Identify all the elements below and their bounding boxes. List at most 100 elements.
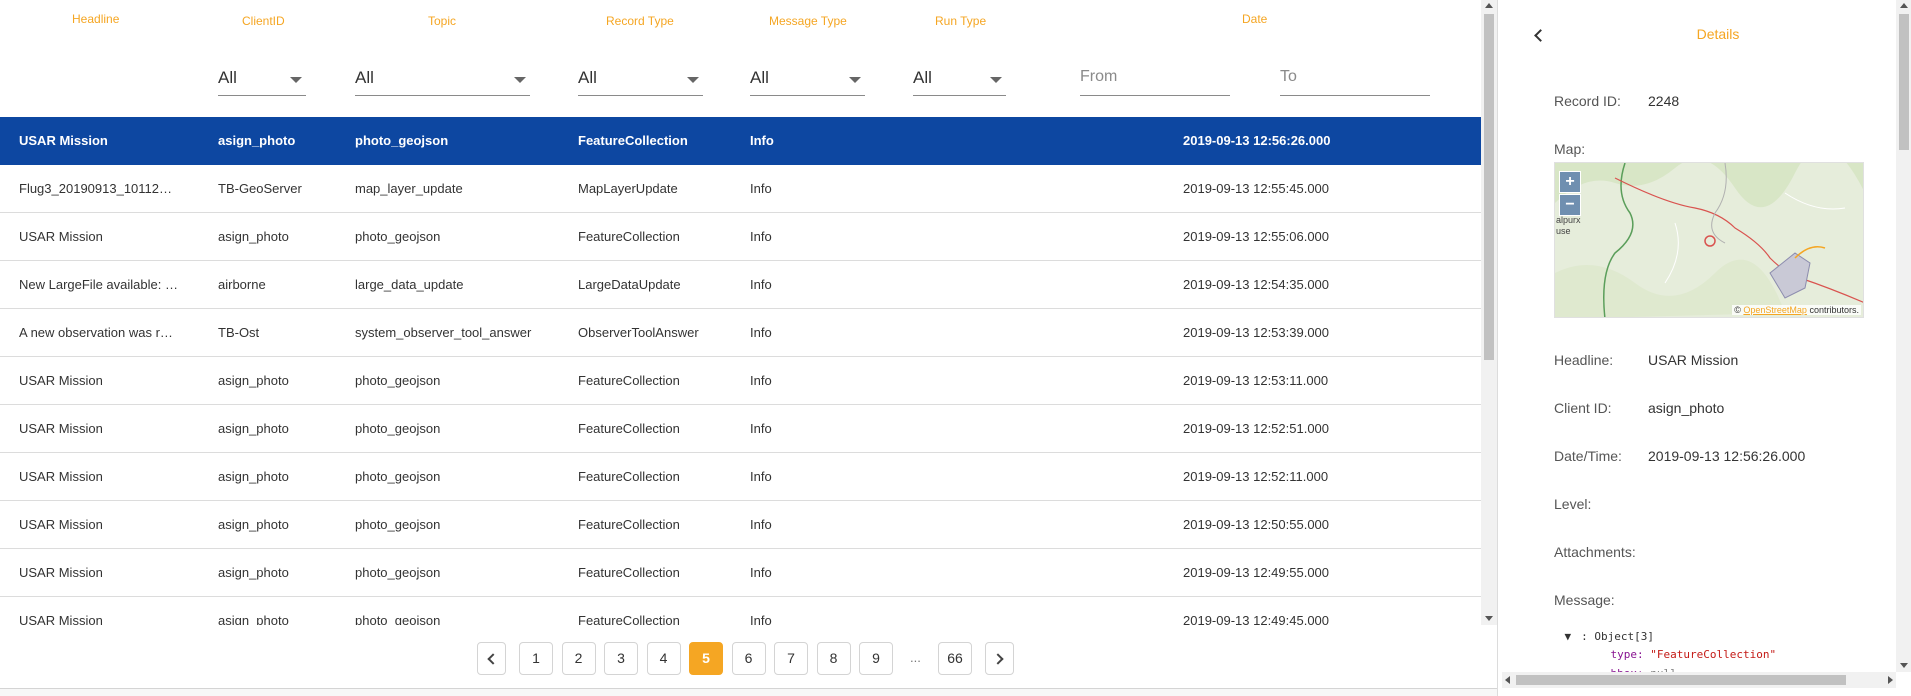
cell-headline: USAR Mission (19, 229, 103, 244)
table-row[interactable]: Flug3_20190913_10112… TB-GeoServer map_lay… (0, 165, 1481, 213)
page-button[interactable]: 4 (646, 642, 681, 675)
column-header-client-id[interactable]: ClientID (242, 14, 285, 28)
cell-message-type: Info (750, 229, 772, 244)
page-button[interactable]: 5 (689, 642, 723, 675)
page-button[interactable]: 6 (731, 642, 766, 675)
record-type-filter-select[interactable]: All (578, 66, 703, 96)
table-row[interactable]: New LargeFile available: … airborne large_… (0, 261, 1481, 309)
record-id-label: Record ID: (1554, 93, 1621, 109)
cell-topic: system_observer_tool_answer (355, 325, 532, 340)
page-button[interactable]: 9 (859, 642, 893, 675)
column-header-message-type[interactable]: Message Type (769, 14, 847, 28)
cell-headline: Flug3_20190913_10112… (19, 181, 173, 196)
date-to-input[interactable]: To (1280, 66, 1430, 96)
table-row[interactable]: USAR Mission asign_photo photo_geojson Feat… (0, 597, 1481, 625)
page-button-last[interactable]: 66 (938, 642, 972, 675)
scroll-left-arrow-icon[interactable] (1505, 676, 1510, 684)
client-id-filter-value: All (218, 68, 237, 87)
scroll-right-arrow-icon[interactable] (1888, 676, 1893, 684)
cell-date: 2019-09-13 12:56:26.000 (1183, 133, 1331, 148)
chevron-down-icon (290, 77, 302, 83)
cell-headline: USAR Mission (19, 565, 103, 580)
table-row[interactable]: USAR Mission asign_photo photo_geojson Feat… (0, 213, 1481, 261)
cell-date: 2019-09-13 12:53:11.000 (1183, 373, 1329, 388)
details-vertical-scrollbar[interactable] (1896, 0, 1911, 672)
table-row[interactable]: USAR Mission asign_photo photo_geojson Feat… (0, 549, 1481, 597)
cell-message-type: Info (750, 517, 772, 532)
table-row[interactable]: USAR Mission asign_photo photo_geojson Feat… (0, 117, 1481, 165)
cell-record-type: MapLayerUpdate (578, 181, 678, 196)
scrollbar-thumb[interactable] (1516, 675, 1846, 685)
previous-page-button[interactable] (477, 642, 506, 675)
cell-record-type: FeatureCollection (578, 613, 680, 625)
scroll-up-arrow-icon[interactable] (1485, 3, 1493, 8)
cell-headline: USAR Mission (19, 469, 103, 484)
cell-client: asign_photo (218, 133, 296, 148)
map-zoom-in-button[interactable]: + (1559, 171, 1581, 193)
chevron-left-icon (487, 653, 499, 665)
cell-date: 2019-09-13 12:49:55.000 (1183, 565, 1330, 580)
cell-client: TB-GeoServer (218, 181, 302, 196)
cell-message-type: Info (750, 469, 772, 484)
cell-topic: photo_geojson (355, 421, 441, 436)
cell-record-type: FeatureCollection (578, 517, 680, 532)
scrollbar-thumb[interactable] (1484, 14, 1494, 360)
cell-date: 2019-09-13 12:49:45.000 (1183, 613, 1330, 625)
map-view[interactable]: + − alpurx use © OpenStreetMap contribut… (1554, 162, 1864, 318)
column-header-date[interactable]: Date (1242, 12, 1267, 26)
table-scrollbar[interactable] (1481, 0, 1497, 625)
details-horizontal-scrollbar[interactable] (1502, 672, 1896, 688)
table-header: Headline ClientID Topic Record Type Mess… (0, 0, 1481, 36)
page-button[interactable]: 2 (561, 642, 596, 675)
table-row[interactable]: USAR Mission asign_photo photo_geojson Feat… (0, 501, 1481, 549)
page-button[interactable]: 3 (604, 642, 638, 675)
column-header-record-type[interactable]: Record Type (606, 14, 674, 28)
map-attribution: © OpenStreetMap contributors. (1732, 305, 1861, 315)
map-zoom-out-button[interactable]: − (1559, 194, 1581, 216)
cell-date: 2019-09-13 12:50:55.000 (1183, 517, 1330, 532)
client-id-filter-select[interactable]: All (218, 66, 306, 96)
column-header-topic[interactable]: Topic (428, 14, 456, 28)
cell-record-type: FeatureCollection (578, 421, 680, 436)
date-from-input[interactable]: From (1080, 66, 1230, 96)
cell-client: asign_photo (218, 373, 289, 388)
scrollbar-thumb[interactable] (1899, 14, 1909, 150)
cell-record-type: FeatureCollection (578, 565, 680, 580)
table-row[interactable]: USAR Mission asign_photo photo_geojson Feat… (0, 357, 1481, 405)
cell-date: 2019-09-13 12:55:45.000 (1183, 181, 1330, 196)
page-button[interactable]: 1 (519, 642, 553, 675)
cell-topic: photo_geojson (355, 133, 449, 148)
message-type-filter-value: All (750, 68, 769, 87)
attribution-suffix: contributors. (1809, 305, 1859, 315)
column-header-run-type[interactable]: Run Type (935, 14, 986, 28)
scroll-down-arrow-icon[interactable] (1485, 616, 1493, 621)
record-type-filter-value: All (578, 68, 597, 87)
openstreetmap-link[interactable]: OpenStreetMap (1743, 305, 1807, 315)
map-tiles (1555, 163, 1863, 317)
topic-filter-select[interactable]: All (355, 66, 530, 96)
run-type-filter-select[interactable]: All (913, 66, 1006, 96)
column-header-headline[interactable]: Headline (72, 12, 119, 26)
page-button[interactable]: 8 (816, 642, 851, 675)
table-body: USAR Mission asign_photo photo_geojson Feat… (0, 117, 1481, 625)
table-row[interactable]: USAR Mission asign_photo photo_geojson Feat… (0, 405, 1481, 453)
next-page-button[interactable] (985, 642, 1014, 675)
chevron-right-icon (992, 653, 1004, 665)
scroll-down-arrow-icon[interactable] (1900, 663, 1908, 668)
page-button[interactable]: 7 (774, 642, 808, 675)
map-label: Map: (1554, 141, 1586, 157)
table-row[interactable]: USAR Mission asign_photo photo_geojson Feat… (0, 453, 1481, 501)
expand-toggle-icon[interactable]: ▼ (1565, 630, 1572, 643)
cell-record-type: LargeDataUpdate (578, 277, 681, 292)
cell-record-type: FeatureCollection (578, 133, 688, 148)
cell-message-type: Info (750, 421, 772, 436)
scroll-up-arrow-icon[interactable] (1900, 3, 1908, 8)
message-type-filter-select[interactable]: All (750, 66, 865, 96)
table-row[interactable]: A new observation was r… TB-Ost system_obs… (0, 309, 1481, 357)
record-id-value: 2248 (1648, 93, 1680, 109)
cell-client: asign_photo (218, 421, 289, 436)
date-to-placeholder: To (1280, 68, 1297, 85)
cell-headline: USAR Mission (19, 517, 103, 532)
cell-record-type: FeatureCollection (578, 229, 680, 244)
pagination: 123456789 ... 66 (0, 638, 1481, 678)
